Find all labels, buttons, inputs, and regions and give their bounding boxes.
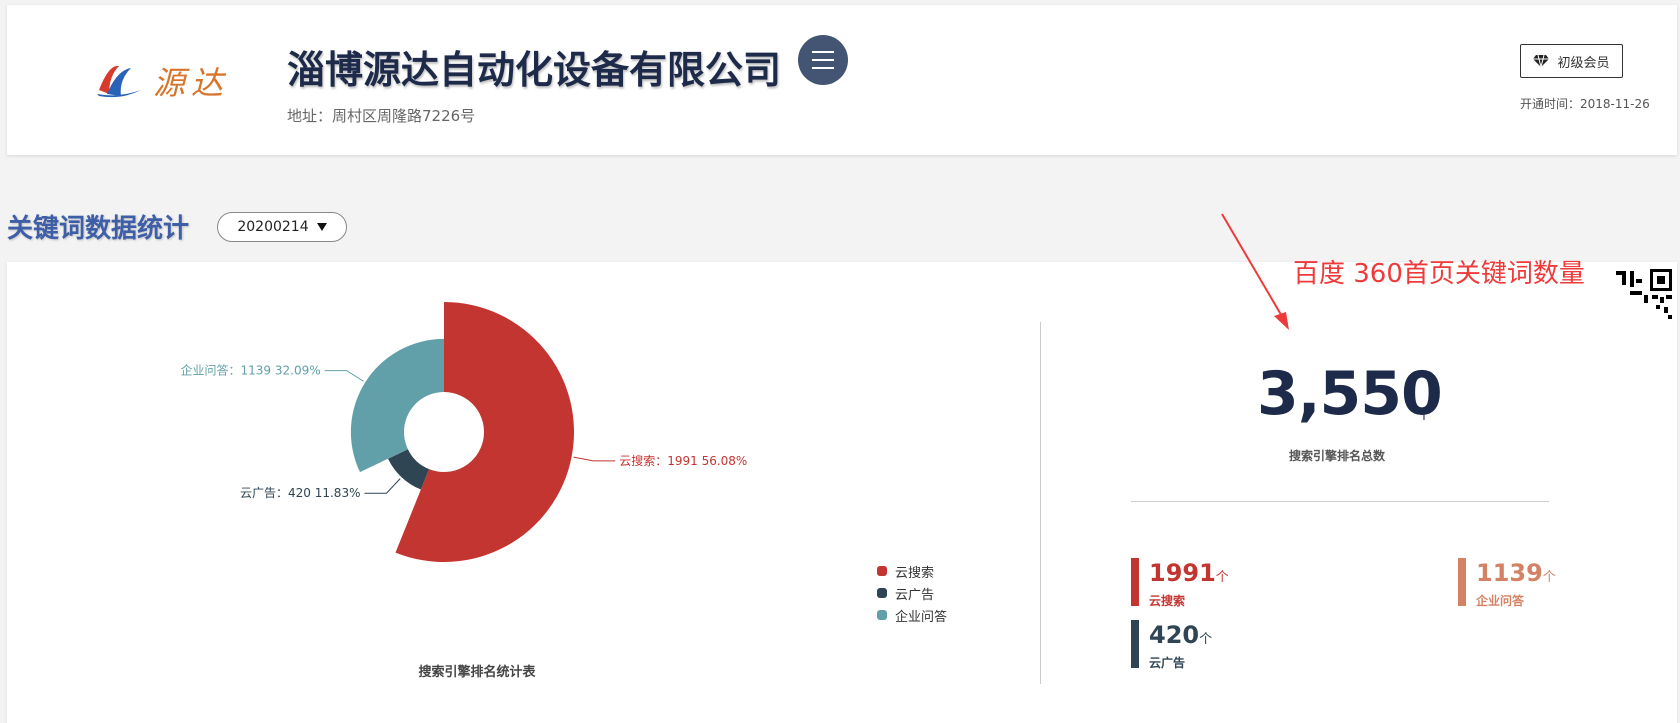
stat-bar bbox=[1458, 558, 1466, 606]
pie-data-label: 云搜索：1991 56.08% bbox=[619, 453, 747, 468]
stat-label: 企业问答 bbox=[1476, 594, 1525, 608]
stat-bar bbox=[1131, 558, 1139, 606]
open-time: 开通时间：2018-11-26 bbox=[1520, 97, 1650, 111]
stat-bar bbox=[1131, 620, 1139, 668]
pie-slice[interactable] bbox=[395, 302, 574, 562]
pie-chart: 云搜索：1991 56.08% 云广告：420 11.83% 企业问答：1139 3… bbox=[181, 302, 747, 562]
company-address: 地址：周村区周隆路7226号 bbox=[287, 107, 476, 125]
stat-unit: 个 bbox=[1542, 570, 1556, 585]
date-select[interactable]: 20200214 bbox=[217, 212, 347, 242]
member-level-button[interactable]: 初级会员 bbox=[1520, 44, 1623, 78]
legend-item[interactable]: 云搜索 bbox=[877, 560, 947, 582]
hamburger-icon bbox=[812, 51, 834, 53]
stat-yunguanggao: 420个 云广告 bbox=[1131, 620, 1212, 671]
legend-label: 企业问答 bbox=[895, 609, 948, 625]
date-select-value: 20200214 bbox=[237, 219, 309, 235]
pie-leader-line bbox=[324, 370, 364, 382]
stat-yunsousuo: 1991个 云搜索 bbox=[1131, 558, 1229, 609]
company-logo: 源达 bbox=[95, 60, 240, 110]
stats-panel: 云搜索：1991 56.08% 云广告：420 11.83% 企业问答：1139 3… bbox=[7, 262, 1677, 723]
legend-label: 云搜索 bbox=[895, 565, 935, 581]
legend-swatch bbox=[877, 566, 887, 576]
stat-value: 1991 bbox=[1149, 559, 1216, 587]
pie-leader-line bbox=[573, 456, 616, 462]
qr-code-icon[interactable] bbox=[1616, 265, 1672, 325]
logo-mark-icon bbox=[97, 65, 141, 98]
pie-data-label: 云广告：420 11.83% bbox=[240, 486, 360, 500]
total-unit: 个 bbox=[1417, 407, 1431, 423]
legend-label: 云广告 bbox=[895, 587, 935, 603]
company-name: 淄博源达自动化设备有限公司 bbox=[287, 48, 782, 92]
stat-label: 云搜索 bbox=[1149, 594, 1186, 608]
stat-value: 420 bbox=[1149, 621, 1200, 649]
pie-data-label: 企业问答：1139 32.09% bbox=[181, 363, 321, 378]
pie-leader-line bbox=[364, 478, 401, 494]
total-label: 搜索引擎排名总数 bbox=[1288, 449, 1385, 463]
section-title: 关键词数据统计 bbox=[7, 214, 190, 244]
legend-swatch bbox=[877, 610, 887, 620]
legend-swatch bbox=[877, 588, 887, 598]
total-count: 3,550 bbox=[1257, 359, 1443, 429]
company-header: 源达 淄博源达自动化设备有限公司 地址：周村区周隆路7226号 初级会员 开通时… bbox=[7, 5, 1677, 155]
stat-value: 1139 bbox=[1476, 559, 1543, 587]
stat-label: 云广告 bbox=[1149, 656, 1186, 670]
caret-down-icon bbox=[316, 223, 327, 231]
legend-item[interactable]: 云广告 bbox=[877, 582, 947, 604]
stat-unit: 个 bbox=[1199, 632, 1213, 647]
stat-qiyewenda: 1139个 企业问答 bbox=[1458, 558, 1556, 609]
legend-item[interactable]: 企业问答 bbox=[877, 604, 947, 626]
pie-slice[interactable] bbox=[350, 338, 444, 473]
member-level-label: 初级会员 bbox=[1557, 55, 1610, 71]
diamond-icon bbox=[1533, 54, 1550, 68]
chart-legend: 云搜索 云广告 企业问答 bbox=[877, 560, 947, 626]
vertical-divider bbox=[1040, 322, 1041, 684]
stat-unit: 个 bbox=[1215, 570, 1229, 585]
logo-text: 源达 bbox=[153, 64, 230, 102]
annotation-text: 百度 360首页关键词数量 bbox=[1293, 259, 1585, 289]
chart-title: 搜索引擎排名统计表 bbox=[418, 665, 536, 680]
horizontal-divider bbox=[1131, 501, 1549, 502]
menu-button[interactable] bbox=[798, 35, 848, 85]
